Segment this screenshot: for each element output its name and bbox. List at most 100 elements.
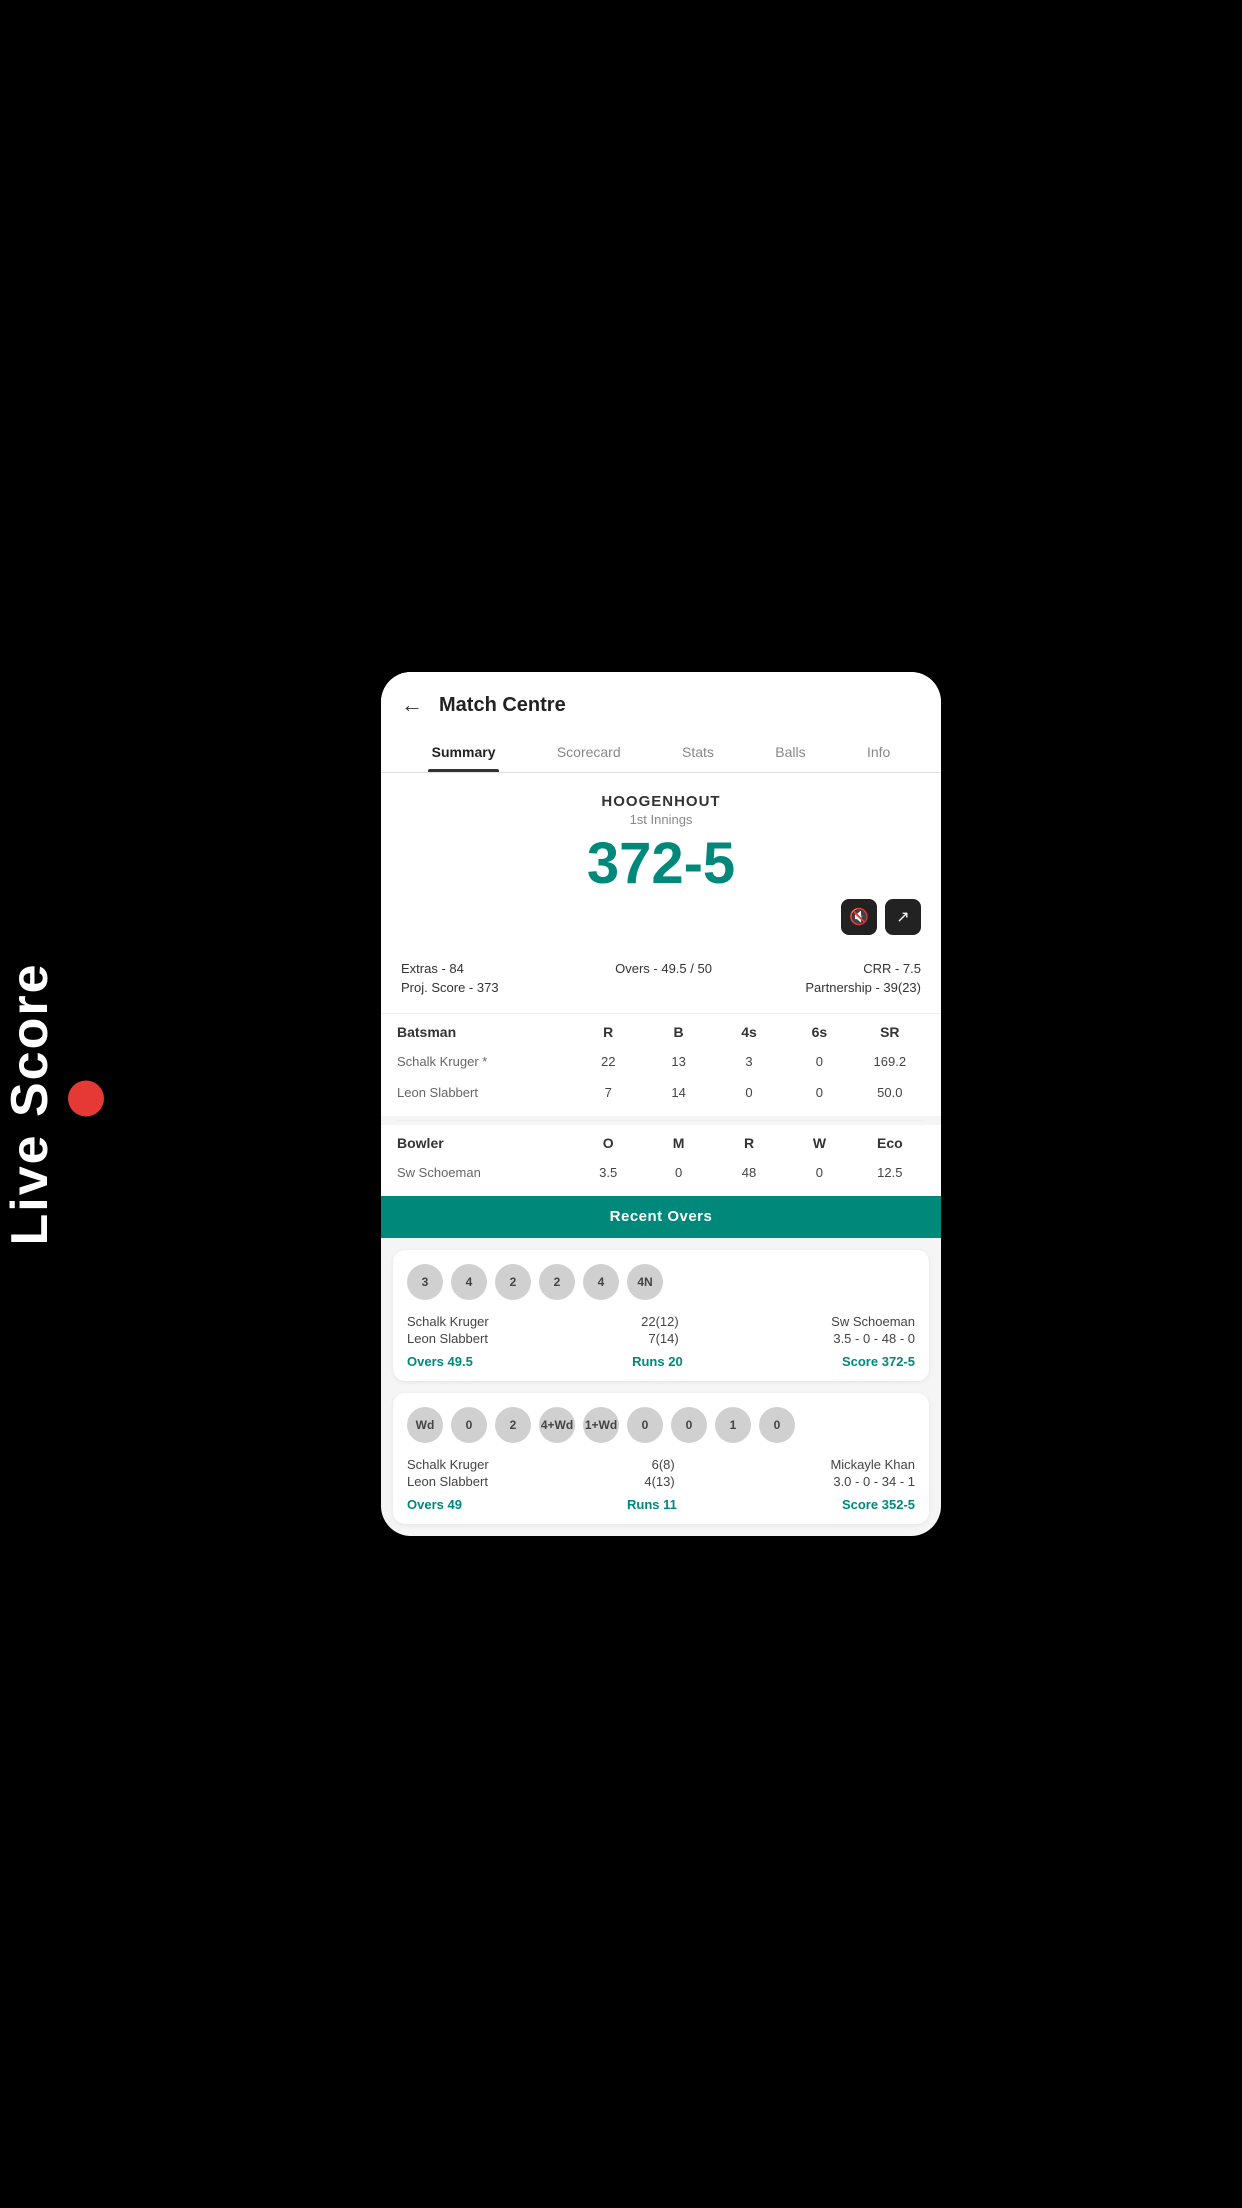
batsman-row-1: Schalk Kruger * 22 13 3 0 169.2	[397, 1046, 925, 1077]
balls-row-2: Wd 0 2 4+Wd 1+Wd 0 0 1 0	[407, 1407, 915, 1443]
ball-2-9: 0	[759, 1407, 795, 1443]
share-button[interactable]: ↗	[885, 899, 921, 935]
m-col-header: M	[643, 1135, 713, 1151]
ball-5: 4	[583, 1264, 619, 1300]
divider-1	[397, 1120, 925, 1121]
over-1-bowler-name: Sw Schoeman	[831, 1314, 915, 1329]
info-row-1: Extras - 84 Overs - 49.5 / 50 CRR - 7.5	[401, 961, 921, 976]
mute-icon: 🔇	[849, 907, 869, 927]
over-2-runs: Runs 11	[627, 1497, 677, 1512]
over-1-footer: Overs 49.5 Runs 20 Score 372-5	[407, 1354, 915, 1369]
over-1-batsman-2-score: 7(14)	[641, 1331, 679, 1346]
o-col-header: O	[573, 1135, 643, 1151]
bowler-1-w: 0	[784, 1165, 854, 1180]
bowler-1-r: 48	[714, 1165, 784, 1180]
action-buttons: 🔇 ↗	[401, 899, 921, 935]
batsman-2-sr: 50.0	[855, 1085, 925, 1100]
bowler-header: Bowler O M R W Eco	[397, 1125, 925, 1157]
tab-summary[interactable]: Summary	[428, 736, 500, 772]
bowler-1-m: 0	[643, 1165, 713, 1180]
crr-info: CRR - 7.5	[863, 961, 921, 976]
tab-stats[interactable]: Stats	[678, 736, 718, 772]
ball-2-3: 2	[495, 1407, 531, 1443]
main-score: 372-5	[401, 835, 921, 893]
recent-overs-title: Recent Overs	[610, 1208, 713, 1225]
over-2-score: Score 352-5	[842, 1497, 915, 1512]
ball-2-6: 0	[627, 1407, 663, 1443]
ball-2-1: Wd	[407, 1407, 443, 1443]
tab-balls[interactable]: Balls	[771, 736, 809, 772]
live-dot	[68, 1081, 104, 1117]
live-score-label: Live Score	[0, 962, 112, 1245]
batsman-2-r: 7	[573, 1085, 643, 1100]
extras-info: Extras - 84	[401, 961, 464, 976]
over-2-details: Schalk Kruger Leon Slabbert 6(8) 4(13) M…	[407, 1457, 915, 1489]
mute-button[interactable]: 🔇	[841, 899, 877, 935]
tab-scorecard[interactable]: Scorecard	[553, 736, 625, 772]
bowler-row-1: Sw Schoeman 3.5 0 48 0 12.5	[397, 1157, 925, 1188]
ball-1: 3	[407, 1264, 443, 1300]
batsman-2-name: Leon Slabbert	[397, 1085, 573, 1100]
bowler-1-eco: 12.5	[855, 1165, 925, 1180]
ball-2-8: 1	[715, 1407, 751, 1443]
over-2-bowler-name: Mickayle Khan	[830, 1457, 915, 1472]
over-card-2: Wd 0 2 4+Wd 1+Wd 0 0 1 0 Schalk Kruger L…	[393, 1393, 929, 1524]
back-button[interactable]: ←	[401, 692, 423, 718]
batsman-1-4s: 3	[714, 1054, 784, 1069]
over-1-score: Score 372-5	[842, 1354, 915, 1369]
info-row-2: Proj. Score - 373 Partnership - 39(23)	[401, 980, 921, 995]
over-2-player-scores: 6(8) 4(13)	[644, 1457, 674, 1489]
over-1-players: Schalk Kruger Leon Slabbert	[407, 1314, 489, 1346]
sr-col-header: SR	[855, 1024, 925, 1040]
innings-label: 1st Innings	[401, 812, 921, 827]
match-info: Extras - 84 Overs - 49.5 / 50 CRR - 7.5 …	[381, 951, 941, 1014]
over-1-bowler-figures: 3.5 - 0 - 48 - 0	[831, 1331, 915, 1346]
share-icon: ↗	[896, 907, 909, 927]
batsman-1-sr: 169.2	[855, 1054, 925, 1069]
over-1-player-scores: 22(12) 7(14)	[641, 1314, 679, 1346]
batsmen-table: Batsman R B 4s 6s SR Schalk Kruger * 22 …	[381, 1014, 941, 1116]
proj-score-info: Proj. Score - 373	[401, 980, 499, 995]
bowler-col-header: Bowler	[397, 1135, 573, 1151]
over-2-bowler-figures: 3.0 - 0 - 34 - 1	[830, 1474, 915, 1489]
over-2-batsman-2-score: 4(13)	[644, 1474, 674, 1489]
batsman-2-b: 14	[643, 1085, 713, 1100]
over-2-overs: Overs 49	[407, 1497, 462, 1512]
ball-2-7: 0	[671, 1407, 707, 1443]
over-1-runs: Runs 20	[632, 1354, 683, 1369]
over-1-overs: Overs 49.5	[407, 1354, 473, 1369]
phone-frame: ← Match Centre Summary Scorecard Stats B…	[381, 672, 941, 1536]
ball-2-2: 0	[451, 1407, 487, 1443]
ball-2: 4	[451, 1264, 487, 1300]
page-title: Match Centre	[439, 694, 566, 717]
over-2-footer: Overs 49 Runs 11 Score 352-5	[407, 1497, 915, 1512]
tab-info[interactable]: Info	[863, 736, 894, 772]
team-name: HOOGENHOUT	[401, 793, 921, 810]
overs-info: Overs - 49.5 / 50	[615, 961, 712, 976]
header: ← Match Centre Summary Scorecard Stats B…	[381, 672, 941, 773]
batsman-row-2: Leon Slabbert 7 14 0 0 50.0	[397, 1077, 925, 1108]
ball-2-4: 4+Wd	[539, 1407, 575, 1443]
b-col-header: B	[643, 1024, 713, 1040]
over-1-batsman-2: Leon Slabbert	[407, 1331, 489, 1346]
batsman-2-4s: 0	[714, 1085, 784, 1100]
over-1-batsman-1-score: 22(12)	[641, 1314, 679, 1329]
ball-3: 2	[495, 1264, 531, 1300]
batsman-1-b: 13	[643, 1054, 713, 1069]
partnership-info: Partnership - 39(23)	[805, 980, 921, 995]
over-1-batsman-1: Schalk Kruger	[407, 1314, 489, 1329]
4s-col-header: 4s	[714, 1024, 784, 1040]
bowler-1-o: 3.5	[573, 1165, 643, 1180]
eco-col-header: Eco	[855, 1135, 925, 1151]
over-2-batsman-1: Schalk Kruger	[407, 1457, 489, 1472]
ball-4: 2	[539, 1264, 575, 1300]
batsman-1-name: Schalk Kruger *	[397, 1054, 573, 1069]
6s-col-header: 6s	[784, 1024, 854, 1040]
header-top: ← Match Centre	[401, 692, 921, 718]
ball-6: 4N	[627, 1264, 663, 1300]
balls-row-1: 3 4 2 2 4 4N	[407, 1264, 915, 1300]
over-2-players: Schalk Kruger Leon Slabbert	[407, 1457, 489, 1489]
tabs-bar: Summary Scorecard Stats Balls Info	[401, 736, 921, 772]
batsman-1-6s: 0	[784, 1054, 854, 1069]
ball-2-5: 1+Wd	[583, 1407, 619, 1443]
